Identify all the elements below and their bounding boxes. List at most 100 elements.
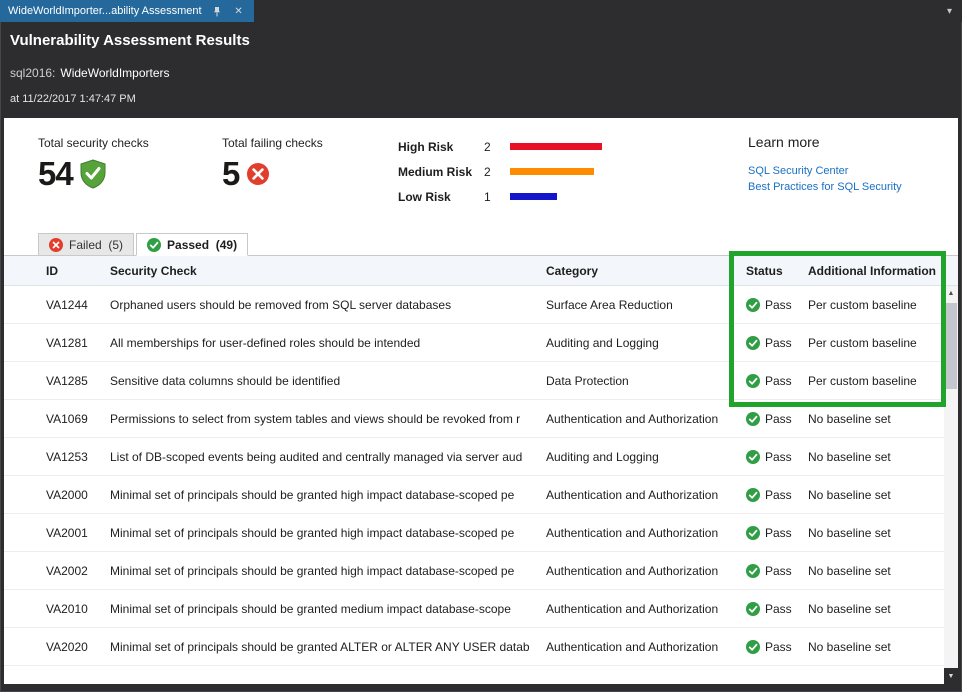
- row-status-text: Pass: [765, 526, 792, 540]
- row-category: Data Protection: [546, 374, 746, 388]
- row-security-check: Sensitive data columns should be identif…: [110, 374, 546, 388]
- row-id: VA1281: [4, 336, 110, 350]
- row-status-text: Pass: [765, 298, 792, 312]
- row-category: Surface Area Reduction: [546, 298, 746, 312]
- row-additional-info: No baseline set: [808, 450, 958, 464]
- row-category: Authentication and Authorization: [546, 412, 746, 426]
- row-status: Pass: [746, 564, 808, 578]
- table-row[interactable]: VA1285Sensitive data columns should be i…: [4, 362, 958, 400]
- fail-circle-icon: [246, 162, 270, 186]
- row-id: VA2000: [4, 488, 110, 502]
- row-additional-info: No baseline set: [808, 488, 958, 502]
- row-status-text: Pass: [765, 412, 792, 426]
- row-status: Pass: [746, 640, 808, 654]
- table-row[interactable]: VA1069Permissions to select from system …: [4, 400, 958, 438]
- row-security-check: Permissions to select from system tables…: [110, 412, 546, 426]
- column-header-status[interactable]: Status: [746, 264, 808, 278]
- learn-more-link[interactable]: SQL Security Center: [748, 163, 902, 179]
- failed-icon: [49, 238, 63, 252]
- row-status: Pass: [746, 526, 808, 540]
- risk-count: 2: [484, 140, 510, 154]
- risk-row: Medium Risk2: [398, 159, 602, 184]
- failing-checks-metric: Total failing checks 5: [222, 136, 323, 193]
- scroll-down-icon[interactable]: ▼: [944, 668, 958, 684]
- table-row[interactable]: VA1244Orphaned users should be removed f…: [4, 286, 958, 324]
- table-row[interactable]: VA2000Minimal set of principals should b…: [4, 476, 958, 514]
- table-row[interactable]: VA2002Minimal set of principals should b…: [4, 552, 958, 590]
- row-id: VA2001: [4, 526, 110, 540]
- row-status: Pass: [746, 298, 808, 312]
- row-id: VA1069: [4, 412, 110, 426]
- row-status-text: Pass: [765, 336, 792, 350]
- vertical-scrollbar[interactable]: ▲ ▼: [944, 286, 958, 684]
- row-additional-info: No baseline set: [808, 640, 958, 654]
- row-category: Authentication and Authorization: [546, 488, 746, 502]
- pin-icon[interactable]: [210, 4, 224, 18]
- scan-timestamp: at 11/22/2017 1:47:47 PM: [10, 93, 952, 105]
- row-additional-info: No baseline set: [808, 526, 958, 540]
- results-panel: Total security checks 54 Total failing c…: [4, 118, 958, 684]
- row-status: Pass: [746, 602, 808, 616]
- pass-icon: [746, 602, 760, 616]
- row-status: Pass: [746, 450, 808, 464]
- failing-checks-label: Total failing checks: [222, 136, 323, 150]
- tab-passed[interactable]: Passed (49): [136, 233, 248, 256]
- row-additional-info: Per custom baseline: [808, 336, 958, 350]
- risk-row: Low Risk1: [398, 184, 602, 209]
- scroll-up-icon[interactable]: ▲: [944, 286, 958, 301]
- learn-more-link[interactable]: Best Practices for SQL Security: [748, 179, 902, 195]
- close-icon[interactable]: ✕: [232, 4, 246, 18]
- database-name: WideWorldImporters: [60, 66, 169, 80]
- page-title: Vulnerability Assessment Results: [10, 32, 952, 49]
- row-id: VA1253: [4, 450, 110, 464]
- risk-label: Medium Risk: [398, 165, 484, 179]
- row-id: VA1285: [4, 374, 110, 388]
- table-row[interactable]: VA2001Minimal set of principals should b…: [4, 514, 958, 552]
- column-header-id[interactable]: ID: [4, 264, 110, 278]
- tab-failed[interactable]: Failed (5): [38, 233, 134, 255]
- table-row[interactable]: VA2010Minimal set of principals should b…: [4, 590, 958, 628]
- table-row[interactable]: VA2020Minimal set of principals should b…: [4, 628, 958, 666]
- row-additional-info: No baseline set: [808, 564, 958, 578]
- row-status-text: Pass: [765, 640, 792, 654]
- row-status-text: Pass: [765, 564, 792, 578]
- row-status-text: Pass: [765, 488, 792, 502]
- table-row[interactable]: VA1281All memberships for user-defined r…: [4, 324, 958, 362]
- table-row[interactable]: VA1253List of DB-scoped events being aud…: [4, 438, 958, 476]
- row-status-text: Pass: [765, 374, 792, 388]
- row-category: Auditing and Logging: [546, 450, 746, 464]
- pass-icon: [746, 374, 760, 388]
- row-category: Authentication and Authorization: [546, 640, 746, 654]
- server-name: sql2016:: [10, 66, 55, 80]
- row-security-check: Minimal set of principals should be gran…: [110, 564, 546, 578]
- pass-icon: [746, 412, 760, 426]
- row-id: VA2010: [4, 602, 110, 616]
- pass-icon: [746, 336, 760, 350]
- row-category: Authentication and Authorization: [546, 602, 746, 616]
- row-category: Authentication and Authorization: [546, 564, 746, 578]
- risk-label: Low Risk: [398, 190, 484, 204]
- title-bar: WideWorldImporter...ability Assessment ✕…: [0, 0, 962, 22]
- learn-more-links: SQL Security CenterBest Practices for SQ…: [748, 163, 902, 195]
- row-status: Pass: [746, 488, 808, 502]
- row-security-check: Minimal set of principals should be gran…: [110, 640, 546, 654]
- pass-icon: [746, 526, 760, 540]
- risk-row: High Risk2: [398, 134, 602, 159]
- pass-icon: [746, 298, 760, 312]
- pass-icon: [746, 640, 760, 654]
- learn-more-section: Learn more SQL Security CenterBest Pract…: [748, 134, 902, 195]
- scrollbar-thumb[interactable]: [945, 303, 957, 389]
- row-security-check: List of DB-scoped events being audited a…: [110, 450, 546, 464]
- tab-strip: Failed (5) Passed (49): [4, 232, 958, 256]
- chevron-down-icon[interactable]: ▾: [947, 6, 962, 17]
- row-status-text: Pass: [765, 602, 792, 616]
- risk-legend: High Risk2Medium Risk2Low Risk1: [398, 134, 602, 209]
- document-tab[interactable]: WideWorldImporter...ability Assessment ✕: [0, 0, 254, 22]
- row-additional-info: No baseline set: [808, 602, 958, 616]
- column-header-security-check[interactable]: Security Check: [110, 264, 546, 278]
- column-header-additional-information[interactable]: Additional Information: [808, 264, 958, 278]
- failing-checks-value: 5: [222, 155, 239, 193]
- tab-label: Failed (5): [69, 238, 123, 252]
- column-header-category[interactable]: Category: [546, 264, 746, 278]
- row-security-check: Minimal set of principals should be gran…: [110, 526, 546, 540]
